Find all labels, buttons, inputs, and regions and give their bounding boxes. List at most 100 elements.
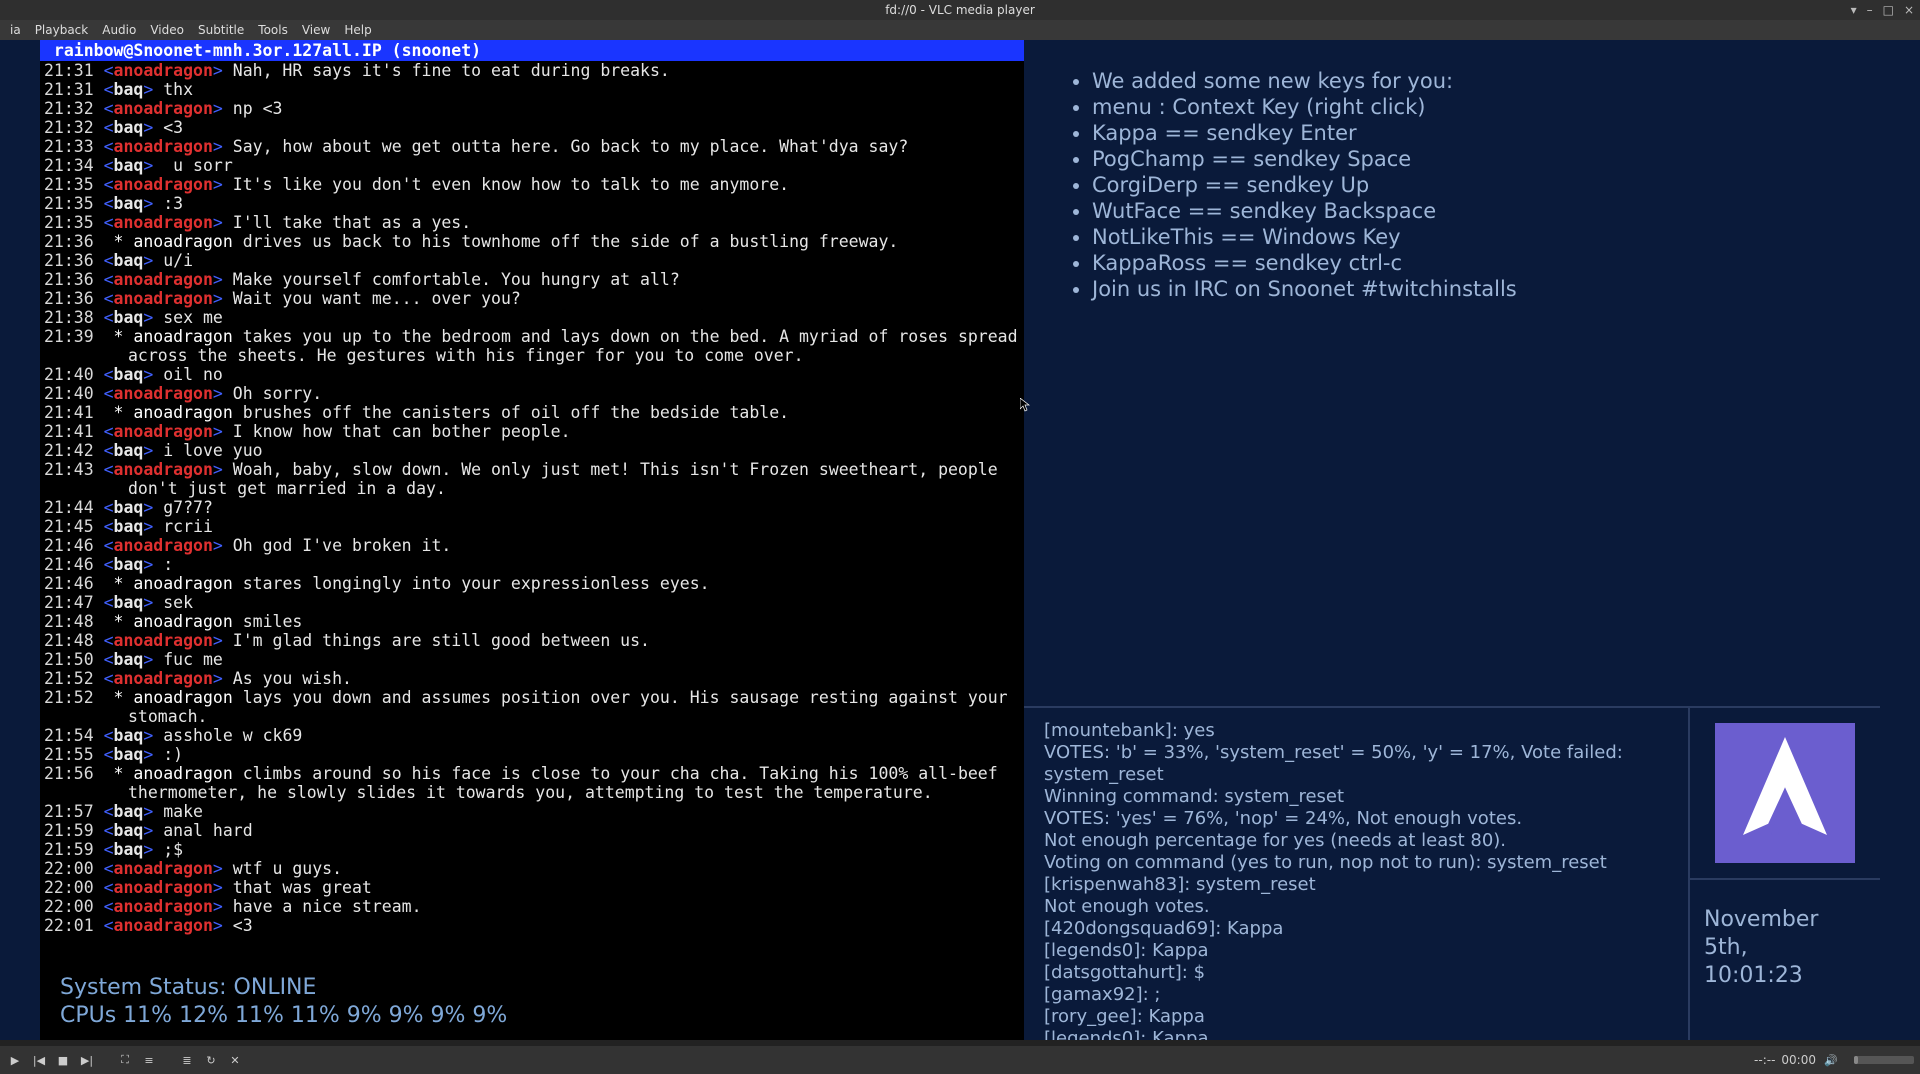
stop-button[interactable]: ■ <box>54 1051 72 1069</box>
irc-line: 22:00 <anoadragon> have a nice stream. <box>44 897 1020 916</box>
volume-icon[interactable]: 🔊 <box>1822 1051 1840 1069</box>
irc-line: 22:01 <anoadragon> <3 <box>44 916 1020 935</box>
chat-line: [krispenwah83]: system_reset <box>1044 874 1676 896</box>
video-area: rainbow@Snoonet-mnh.3or.127all.IP (snoon… <box>0 40 1920 1046</box>
irc-line: 21:47 <baq> sek <box>44 593 1020 612</box>
menu-tools[interactable]: Tools <box>252 23 294 37</box>
playlist-button[interactable]: ≣ <box>178 1051 196 1069</box>
irc-line: 21:44 <baq> g7?7? <box>44 498 1020 517</box>
keys-item: Kappa == sendkey Enter <box>1092 120 1860 146</box>
irc-line: 21:52 * anoadragon lays you down and ass… <box>44 688 1020 726</box>
arch-logo <box>1690 708 1880 878</box>
irc-line: 21:34 <baq> u sorr <box>44 156 1020 175</box>
maximize-icon[interactable]: □ <box>1883 3 1894 17</box>
irc-line: 21:45 <baq> rcrii <box>44 517 1020 536</box>
irc-line: 22:00 <anoadragon> that was great <box>44 878 1020 897</box>
menu-media[interactable]: ia <box>4 23 27 37</box>
chat-line: VOTES: 'b' = 33%, 'system_reset' = 50%, … <box>1044 742 1676 786</box>
irc-line: 21:35 <anoadragon> It's like you don't e… <box>44 175 1020 194</box>
menu-subtitle[interactable]: Subtitle <box>192 23 250 37</box>
date-panel: November 5th, 10:01:23 <box>1690 878 1880 1046</box>
keys-item: We added some new keys for you: <box>1092 68 1860 94</box>
irc-line: 21:57 <baq> make <box>44 802 1020 821</box>
irc-line: 21:36 <anoadragon> Wait you want me... o… <box>44 289 1020 308</box>
keys-item: PogChamp == sendkey Space <box>1092 146 1860 172</box>
keys-item: menu : Context Key (right click) <box>1092 94 1860 120</box>
chat-line: Not enough percentage for yes (needs at … <box>1044 830 1676 852</box>
keys-item: WutFace == sendkey Backspace <box>1092 198 1860 224</box>
irc-line: 21:38 <baq> sex me <box>44 308 1020 327</box>
irc-line: 21:41 <anoadragon> I know how that can b… <box>44 422 1020 441</box>
chat-line: Voting on command (yes to run, nop not t… <box>1044 852 1676 874</box>
irc-line: 21:50 <baq> fuc me <box>44 650 1020 669</box>
irc-log: 21:31 <anoadragon> Nah, HR says it's fin… <box>40 61 1024 935</box>
chat-line: [gamax92]: ; <box>1044 984 1676 1006</box>
time-elapsed: --:-- <box>1754 1053 1781 1067</box>
irc-line: 21:40 <baq> oil no <box>44 365 1020 384</box>
fullscreen-button[interactable]: ⛶ <box>116 1051 134 1069</box>
menu-playback[interactable]: Playback <box>29 23 95 37</box>
loop-button[interactable]: ↻ <box>202 1051 220 1069</box>
keys-item: Join us in IRC on Snoonet #twitchinstall… <box>1092 276 1860 302</box>
irc-line: 21:48 <anoadragon> I'm glad things are s… <box>44 631 1020 650</box>
minimize-icon[interactable]: – <box>1867 3 1873 17</box>
chat-line: [rory_gee]: Kappa <box>1044 1006 1676 1028</box>
irc-line: 21:46 * anoadragon stares longingly into… <box>44 574 1020 593</box>
window-title: fd://0 - VLC media player <box>885 3 1035 17</box>
keys-item: KappaRoss == sendkey ctrl-c <box>1092 250 1860 276</box>
play-button[interactable]: ▶ <box>6 1051 24 1069</box>
irc-line: 21:42 <baq> i love yuo <box>44 441 1020 460</box>
status-line2: CPUs 11% 12% 11% 11% 9% 9% 9% 9% <box>60 1002 507 1030</box>
player-controls: ▶ |◀ ■ ▶| ⛶ ≡ ≣ ↻ ✕ --:-- 00:00 🔊 <box>0 1046 1920 1074</box>
irc-line: 21:56 * anoadragon climbs around so his … <box>44 764 1020 802</box>
menu-help[interactable]: Help <box>338 23 377 37</box>
irc-line: 21:39 * anoadragon takes you up to the b… <box>44 327 1020 365</box>
irc-line: 21:31 <baq> thx <box>44 80 1020 99</box>
chat-line: VOTES: 'yes' = 76%, 'nop' = 24%, Not eno… <box>1044 808 1676 830</box>
irc-line: 21:32 <baq> <3 <box>44 118 1020 137</box>
irc-line: 21:31 <anoadragon> Nah, HR says it's fin… <box>44 61 1020 80</box>
irc-line: 21:40 <anoadragon> Oh sorry. <box>44 384 1020 403</box>
chat-line: [mountebank]: yes <box>1044 720 1676 742</box>
close-icon[interactable]: × <box>1904 3 1914 17</box>
system-status: System Status: ONLINE CPUs 11% 12% 11% 1… <box>60 974 507 1030</box>
irc-line: 21:59 <baq> anal hard <box>44 821 1020 840</box>
irc-line: 21:41 * anoadragon brushes off the canis… <box>44 403 1020 422</box>
irc-line: 21:46 <anoadragon> Oh god I've broken it… <box>44 536 1020 555</box>
irc-line: 21:54 <baq> asshole w ck69 <box>44 726 1020 745</box>
chat-line: Not enough votes. <box>1044 896 1676 918</box>
menu-video[interactable]: Video <box>144 23 190 37</box>
irc-line: 21:59 <baq> ;$ <box>44 840 1020 859</box>
keys-panel: We added some new keys for you:menu : Co… <box>1024 40 1880 312</box>
irc-line: 21:52 <anoadragon> As you wish. <box>44 669 1020 688</box>
menu-audio[interactable]: Audio <box>96 23 142 37</box>
time-total: 00:00 <box>1781 1053 1822 1067</box>
irc-topic-bar: rainbow@Snoonet-mnh.3or.127all.IP (snoon… <box>40 40 1024 61</box>
chat-line: [legends0]: Kappa <box>1044 940 1676 962</box>
chat-line: [datsgottahurt]: $ <box>1044 962 1676 984</box>
irc-line: 21:35 <baq> :3 <box>44 194 1020 213</box>
irc-line: 21:43 <anoadragon> Woah, baby, slow down… <box>44 460 1020 498</box>
irc-line: 21:36 <anoadragon> Make yourself comfort… <box>44 270 1020 289</box>
next-button[interactable]: ▶| <box>78 1051 96 1069</box>
window-menu-icon[interactable]: ▾ <box>1851 3 1857 17</box>
chat-line: [420dongsquad69]: Kappa <box>1044 918 1676 940</box>
irc-line: 21:33 <anoadragon> Say, how about we get… <box>44 137 1020 156</box>
irc-line: 21:36 * anoadragon drives us back to his… <box>44 232 1020 251</box>
shuffle-button[interactable]: ✕ <box>226 1051 244 1069</box>
prev-button[interactable]: |◀ <box>30 1051 48 1069</box>
date-line1: November 5th, <box>1704 906 1866 962</box>
irc-line: 21:48 * anoadragon smiles <box>44 612 1020 631</box>
irc-line: 21:36 <baq> u/i <box>44 251 1020 270</box>
menu-view[interactable]: View <box>296 23 336 37</box>
chat-line: Winning command: system_reset <box>1044 786 1676 808</box>
keys-item: NotLikeThis == Windows Key <box>1092 224 1860 250</box>
volume-slider[interactable] <box>1854 1056 1914 1064</box>
keys-item: CorgiDerp == sendkey Up <box>1092 172 1860 198</box>
irc-panel: rainbow@Snoonet-mnh.3or.127all.IP (snoon… <box>40 40 1024 1046</box>
irc-line: 21:46 <baq> : <box>44 555 1020 574</box>
ext-settings-button[interactable]: ≡ <box>140 1051 158 1069</box>
menu-bar: ia Playback Audio Video Subtitle Tools V… <box>0 20 1920 40</box>
irc-line: 21:55 <baq> :) <box>44 745 1020 764</box>
irc-line: 22:00 <anoadragon> wtf u guys. <box>44 859 1020 878</box>
